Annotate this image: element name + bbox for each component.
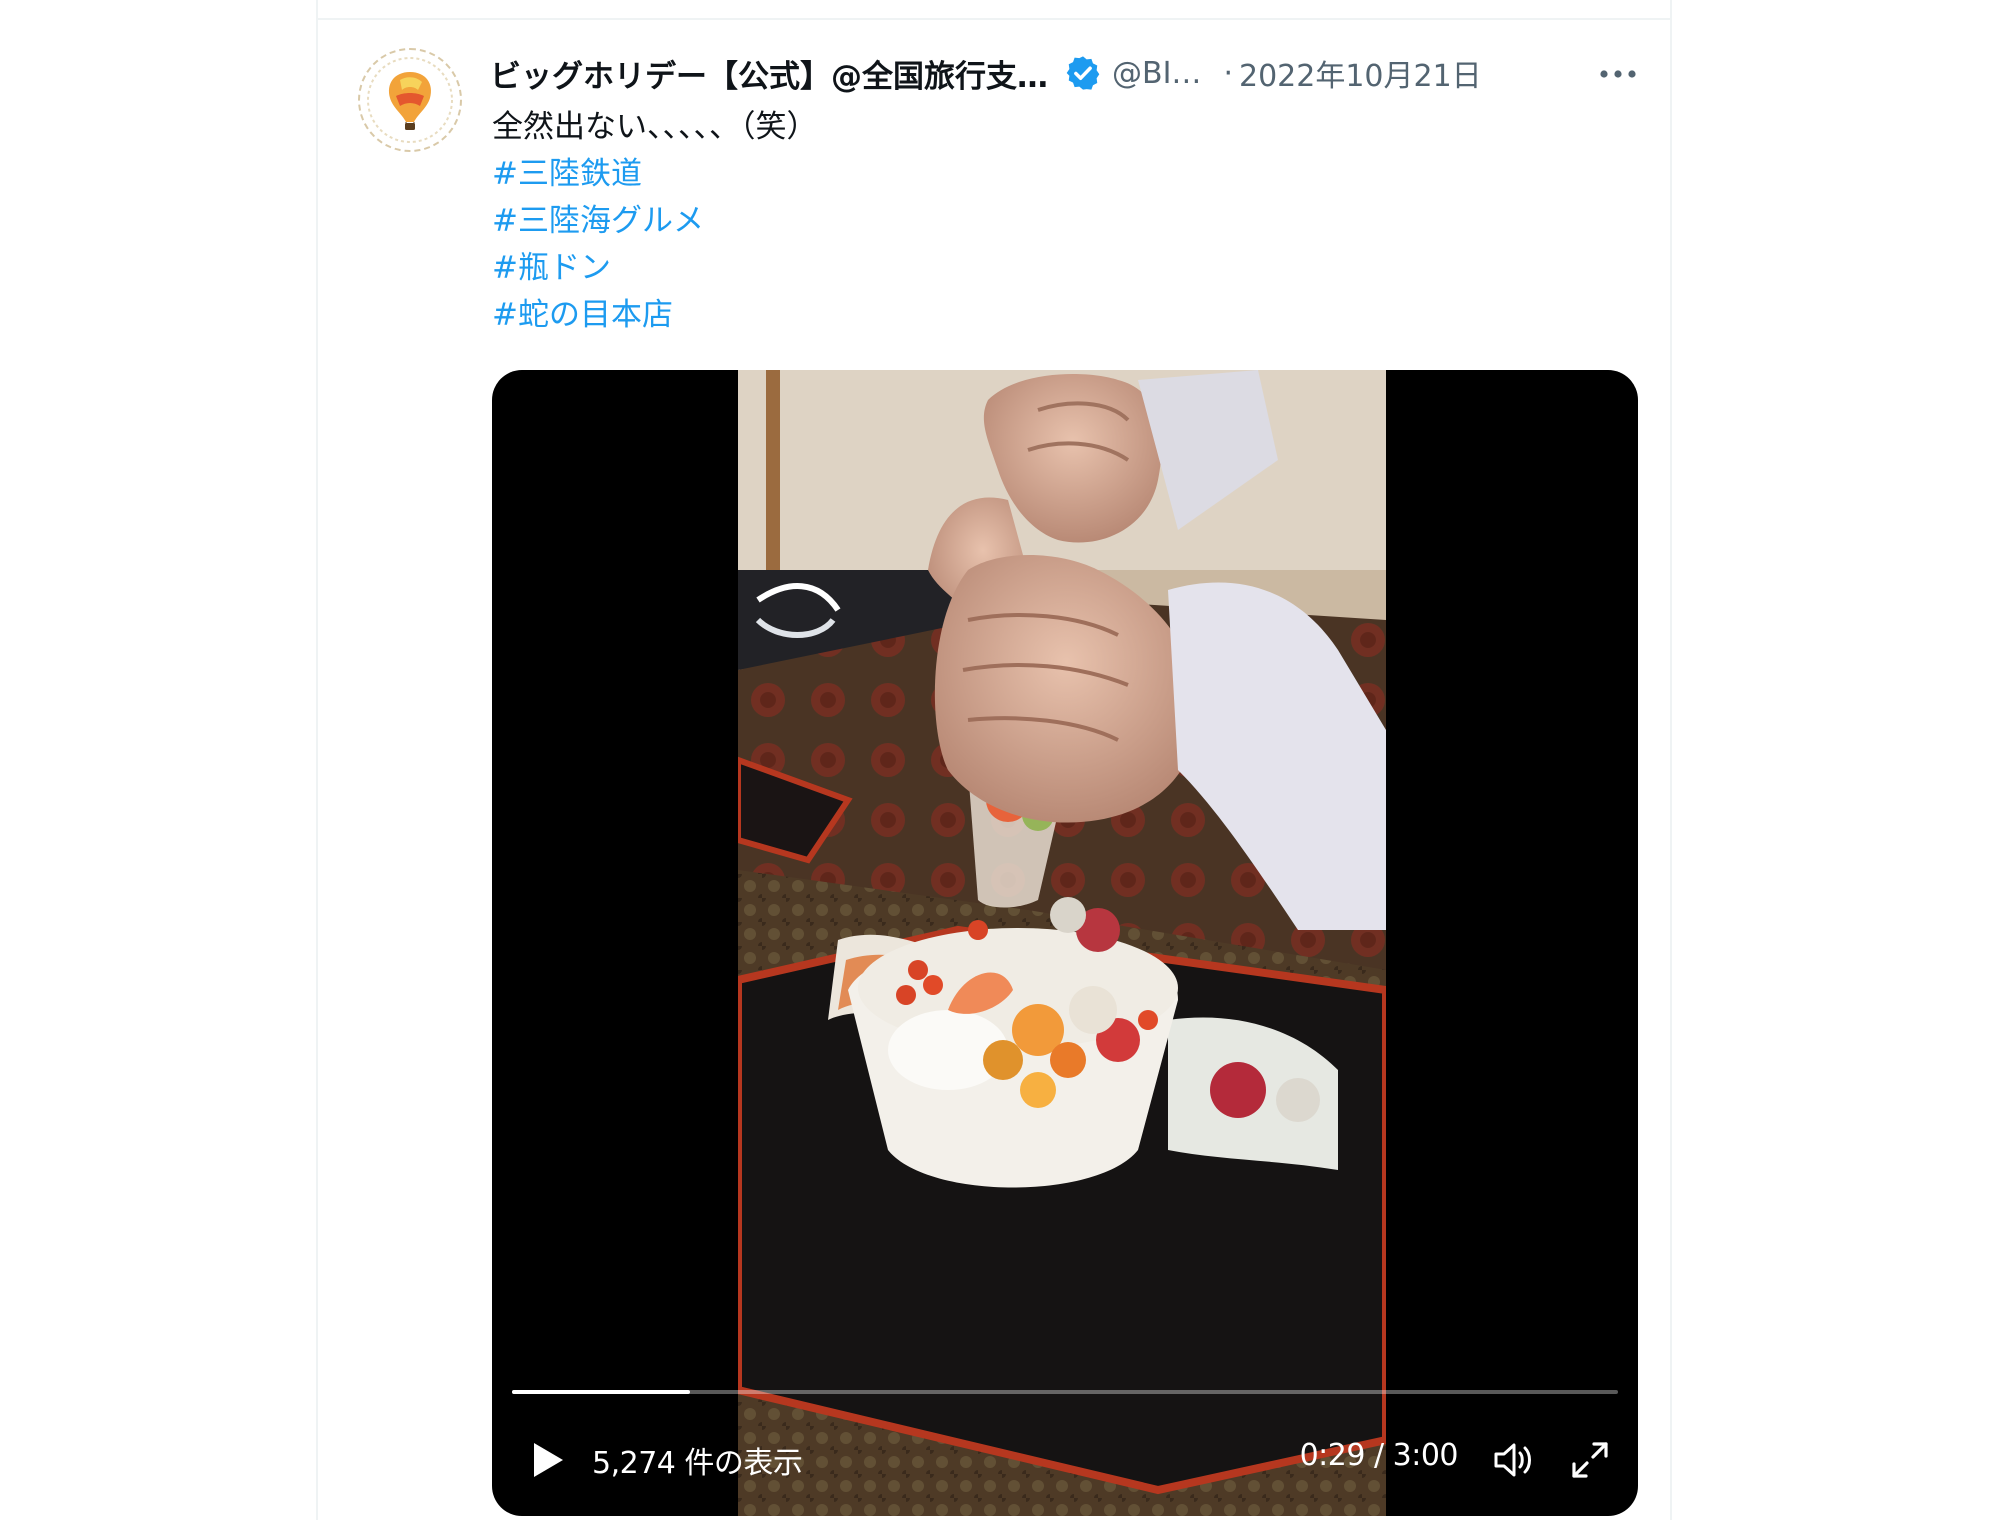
timestamp[interactable]: 2022年10月21日 <box>1239 51 1482 95</box>
volume-icon <box>1494 1443 1531 1477</box>
hashtag-link[interactable]: #蛇の目本店 <box>492 292 818 339</box>
avatar[interactable] <box>358 48 462 152</box>
more-icon[interactable] <box>1594 56 1642 92</box>
divider <box>318 18 1670 20</box>
hashtag-link[interactable]: #三陸海グルメ <box>492 198 818 245</box>
play-button[interactable] <box>520 1432 576 1488</box>
volume-button[interactable] <box>1486 1432 1542 1488</box>
hashtag-link[interactable]: #瓶ドン <box>492 245 818 292</box>
separator-dot: · <box>1223 55 1233 91</box>
balloon-logo-icon <box>364 54 456 146</box>
video-player[interactable]: 5,274 件の表示 0:29 / 3:00 <box>492 370 1638 1516</box>
video-frame <box>738 370 1386 1516</box>
tweet-body-text: 全然出ない、、、、、（笑） <box>492 109 818 145</box>
tweet-card[interactable]: ビッグホリデー【公式】@全国旅行支… @BI… · 2022年10月21日 全然… <box>316 0 1672 1520</box>
verified-badge-icon <box>1066 56 1100 90</box>
play-icon <box>534 1443 563 1477</box>
video-controls: 5,274 件の表示 0:29 / 3:00 <box>492 1420 1638 1500</box>
fullscreen-icon <box>1572 1442 1608 1478</box>
video-time: 0:29 / 3:00 <box>1299 1438 1459 1473</box>
video-progress-fill <box>512 1390 691 1394</box>
user-handle[interactable]: @BI… <box>1112 56 1201 91</box>
view-count: 5,274 件の表示 <box>592 1446 803 1481</box>
video-progress-bar[interactable] <box>512 1390 1618 1394</box>
hashtag-link[interactable]: #三陸鉄道 <box>492 151 818 198</box>
display-name[interactable]: ビッグホリデー【公式】@全国旅行支… <box>490 51 1048 96</box>
tweet-header: ビッグホリデー【公式】@全国旅行支… @BI… · 2022年10月21日 <box>490 48 1650 98</box>
fullscreen-button[interactable] <box>1562 1432 1618 1488</box>
tweet-text: 全然出ない、、、、、（笑） #三陸鉄道 #三陸海グルメ #瓶ドン #蛇の目本店 <box>492 104 818 339</box>
